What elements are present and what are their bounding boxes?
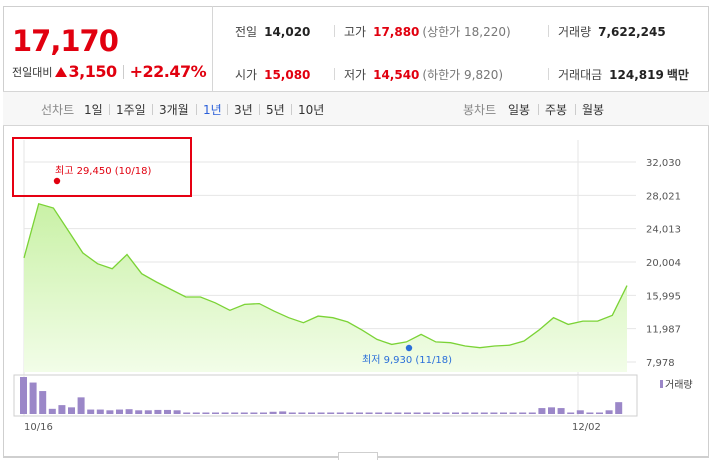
volume-bar <box>519 412 527 414</box>
volume-bar <box>240 412 248 414</box>
volume-bar <box>48 408 56 414</box>
volume-bar <box>164 409 171 414</box>
y-tick-label: 32,030 <box>646 158 681 169</box>
volume-bar <box>212 412 219 414</box>
volume-bar <box>279 411 287 414</box>
y-tick-label: 11,987 <box>646 325 681 336</box>
volume-bar <box>413 412 421 414</box>
volume-bar <box>144 410 152 414</box>
volume-bar <box>346 412 354 414</box>
volume-bar <box>548 407 555 414</box>
volume-bar <box>394 412 402 414</box>
volume-bar <box>423 412 431 414</box>
volume-bar <box>173 410 181 414</box>
volume-bar <box>116 409 123 414</box>
volume-bar <box>432 412 440 414</box>
price-chart: 32,030 28,021 24,013 20,004 15,995 11,987 7,97… <box>13 140 693 433</box>
volume-bar <box>87 409 95 414</box>
volume-bar <box>567 412 575 414</box>
volume-bar <box>586 412 594 414</box>
volume-bar <box>154 409 162 414</box>
volume-bar <box>192 412 200 414</box>
volume-bar <box>500 412 507 414</box>
volume-legend-label: 거래량 <box>665 379 693 391</box>
volume-bar <box>480 412 488 414</box>
low-marker <box>405 344 413 352</box>
volume-bar <box>576 410 584 414</box>
volume-bar <box>125 409 133 414</box>
volume-bar <box>442 412 450 414</box>
volume-bar <box>509 412 517 414</box>
volume-bar <box>135 410 143 414</box>
y-tick-label: 28,021 <box>646 191 681 202</box>
volume-bar <box>528 412 536 414</box>
volume-bar <box>557 408 565 414</box>
volume-bar <box>471 412 479 414</box>
volume-bar <box>461 412 469 414</box>
volume-bar <box>538 408 546 414</box>
volume-bar <box>384 412 392 414</box>
volume-bar <box>29 382 37 414</box>
x-tick-label: 10/16 <box>24 422 53 433</box>
x-tick-label: 12/02 <box>572 422 601 433</box>
resize-handle[interactable] <box>338 452 378 460</box>
high-annotation-highlight <box>12 137 192 197</box>
volume-legend-swatch <box>660 380 663 388</box>
volume-bar <box>96 409 104 414</box>
volume-bar <box>202 412 210 414</box>
y-tick-label: 7,978 <box>646 358 675 369</box>
volume-bar <box>183 412 191 414</box>
volume-bar <box>308 412 315 414</box>
y-tick-label: 24,013 <box>646 225 681 236</box>
volume-bar <box>231 412 239 414</box>
volume-bar <box>605 410 613 414</box>
volume-bar <box>452 412 459 414</box>
volume-bar <box>68 407 75 414</box>
y-tick-label: 15,995 <box>646 291 681 302</box>
volume-bar <box>298 412 306 414</box>
volume-bar <box>336 412 344 414</box>
volume-bar <box>365 412 373 414</box>
volume-bar <box>77 397 85 414</box>
volume-bar <box>615 402 623 414</box>
volume-bar <box>58 405 66 414</box>
volume-bar <box>221 412 229 414</box>
volume-bar <box>260 412 267 414</box>
volume-bar <box>20 377 27 414</box>
volume-bar <box>490 412 498 414</box>
volume-bar <box>106 410 114 414</box>
volume-bar <box>269 411 277 414</box>
volume-bar <box>356 412 363 414</box>
y-tick-label: 20,004 <box>646 258 681 269</box>
low-annotation-label: 최저 9,930 (11/18) <box>362 354 452 366</box>
volume-bar <box>375 412 383 414</box>
volume-bar <box>317 412 325 414</box>
volume-bar <box>39 391 47 414</box>
volume-bar <box>596 412 603 414</box>
volume-bar <box>250 412 258 414</box>
volume-bar <box>288 412 296 414</box>
volume-bar <box>404 412 411 414</box>
volume-bar <box>327 412 335 414</box>
